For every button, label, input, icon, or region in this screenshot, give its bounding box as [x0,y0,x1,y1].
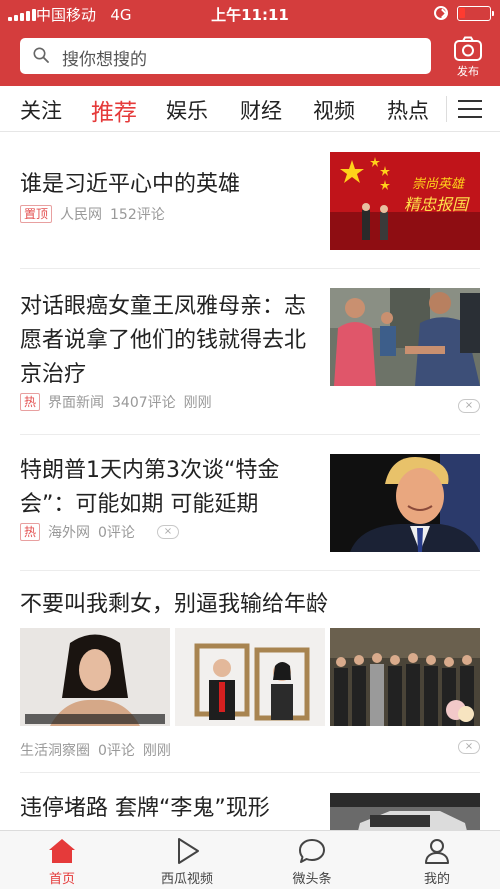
news-feed: 谁是习近平心中的英雄 置顶 人民网 152评论 崇尚英雄 精忠报国 对话眼癌女童… [0,132,500,832]
news-thumbnail[interactable] [175,628,325,726]
publish-label: 发布 [457,65,479,78]
news-thumbnail[interactable] [330,454,480,552]
news-item[interactable]: 违停堵路 套牌“李鬼”现形 [20,792,320,826]
app-header: 中国移动 4G 上午11:11 搜你想搜的 发布 [0,0,500,86]
news-source: 生活洞察圈 [20,743,90,759]
search-input[interactable]: 搜你想搜的 [20,38,431,74]
tab-finance[interactable]: 财经 [240,95,282,125]
tab-follow[interactable]: 关注 [20,95,62,125]
tab-recommend[interactable]: 推荐 [91,93,137,127]
news-title: 违停堵路 套牌“李鬼”现形 [20,796,270,821]
news-meta: 置顶 人民网 152评论 [20,204,320,224]
chat-bubble-icon [299,839,325,863]
news-title: 对话眼癌女童王凤雅母亲：志愿者说拿了他们的钱就得去北京治疗 [20,294,307,387]
nav-label: 我的 [423,872,450,887]
image-caption-2: 精忠报国 [404,195,470,214]
divider [20,772,480,773]
news-source: 海外网 [48,525,91,541]
news-item[interactable]: 特朗普1天内第3次谈“特金会”：可能如期 可能延期 热 海外网 0评论 × [20,454,320,542]
nav-label: 首页 [48,872,75,887]
search-placeholder: 搜你想搜的 [62,50,147,70]
tab-hot[interactable]: 热点 [387,95,429,125]
home-icon [49,839,75,863]
hot-tag: 热 [20,523,41,541]
status-time: 上午11:11 [211,6,289,24]
search-icon [33,47,49,63]
user-icon [425,839,449,864]
news-title: 特朗普1天内第3次谈“特金会”：可能如期 可能延期 [20,458,280,517]
news-meta: 生活洞察圈 0评论 刚刚 [20,740,480,760]
news-thumbnail[interactable]: 崇尚英雄 精忠报国 [330,152,480,250]
news-source: 人民网 [60,207,103,223]
news-comments: 3407评论 [112,395,176,411]
nav-profile[interactable]: 我的 [392,837,482,887]
news-time: 刚刚 [142,743,171,759]
news-thumbnail[interactable] [330,793,480,832]
status-bar: 中国移动 4G 上午11:11 [0,0,500,28]
news-thumbnail[interactable] [20,628,170,726]
news-comments: 152评论 [110,207,165,223]
news-thumbnail[interactable] [330,628,480,726]
publish-button[interactable]: 发布 [448,36,488,82]
dismiss-button[interactable]: × [458,740,480,754]
news-title: 谁是习近平心中的英雄 [20,172,241,197]
news-comments: 0评论 [98,525,135,541]
nav-home[interactable]: 首页 [17,837,107,887]
tab-entertainment[interactable]: 娱乐 [166,95,208,125]
orientation-lock-icon [434,6,448,20]
play-icon [178,838,199,864]
nav-label: 西瓜视频 [160,872,213,887]
divider [20,570,480,571]
news-meta: 热 海外网 0评论 × [20,522,320,542]
divider [20,434,480,435]
bottom-nav: 首页 西瓜视频 微头条 我的 [0,830,500,889]
news-source: 界面新闻 [48,395,105,411]
news-thumbnail[interactable] [330,288,480,386]
hot-tag: 热 [20,393,41,411]
news-item[interactable]: 不要叫我剩女，别逼我输给年龄 [20,588,480,622]
image-caption-1: 崇尚英雄 [412,177,466,192]
battery-icon [457,6,494,21]
news-comments: 0评论 [98,743,135,759]
camera-icon [454,36,482,61]
news-item[interactable]: 谁是习近平心中的英雄 置顶 人民网 152评论 [20,168,320,224]
channel-tabs: 关注 推荐 娱乐 财经 视频 热点 [0,86,500,132]
tab-video[interactable]: 视频 [313,95,355,125]
news-item[interactable]: 对话眼癌女童王凤雅母亲：志愿者说拿了他们的钱就得去北京治疗 热 界面新闻 340… [20,290,320,412]
dismiss-button[interactable]: × [156,525,179,539]
channel-menu-icon[interactable] [458,100,482,120]
nav-weitoutiao[interactable]: 微头条 [267,837,357,887]
dismiss-button[interactable]: × [458,399,480,413]
tabs-divider [446,96,447,122]
pinned-tag: 置顶 [20,205,53,223]
divider [20,268,480,269]
news-time: 刚刚 [183,395,212,411]
nav-xigua-video[interactable]: 西瓜视频 [142,837,232,887]
news-title: 不要叫我剩女，别逼我输给年龄 [20,592,329,617]
nav-label: 微头条 [292,872,332,887]
news-meta: 热 界面新闻 3407评论 刚刚 [20,392,480,412]
